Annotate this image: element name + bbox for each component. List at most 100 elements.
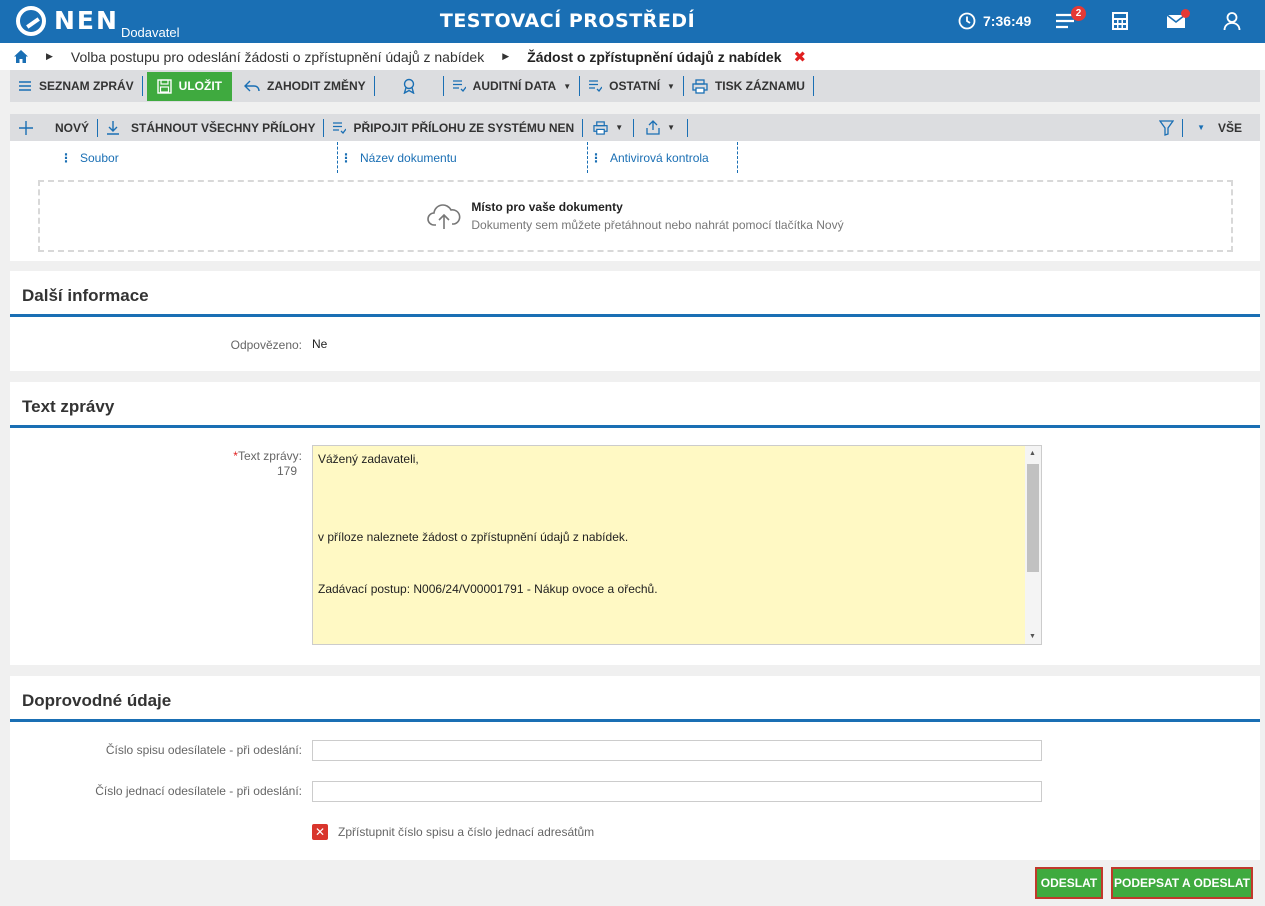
attach-from-system-button[interactable]: PŘIPOJIT PŘÍLOHU ZE SYSTÉMU NEN <box>324 117 582 139</box>
message-line <box>318 504 1021 517</box>
section-title: Další informace <box>10 271 1260 317</box>
column-document-name-label: Název dokumentu <box>360 150 457 165</box>
file-number-label: Číslo spisu odesílatele - při odeslání: <box>105 743 302 757</box>
other-label: OSTATNÍ <box>609 79 661 93</box>
new-attachment-button[interactable]: NOVÝ <box>10 117 97 139</box>
disclose-checkbox[interactable]: ✕ <box>312 824 328 840</box>
clock-icon <box>958 12 976 30</box>
certificate-icon <box>403 78 415 94</box>
save-label: ULOŽIT <box>178 79 222 93</box>
column-menu-icon[interactable]: ⋮ <box>60 151 72 165</box>
download-all-label: STÁHNOUT VŠECHNY PŘÍLOHY <box>131 120 316 135</box>
scroll-thumb[interactable] <box>1027 464 1039 572</box>
audit-data-menu[interactable]: AUDITNÍ DATA ▼ <box>444 75 579 97</box>
dropzone-subtitle: Dokumenty sem můžete přetáhnout nebo nah… <box>471 218 844 232</box>
column-header-antivirus[interactable]: ⋮ Antivirová kontrola <box>590 142 738 173</box>
certificate-button[interactable] <box>375 75 443 97</box>
home-icon[interactable] <box>14 50 28 63</box>
filter-icon <box>1159 119 1175 136</box>
column-antivirus-label: Antivirová kontrola <box>610 150 709 165</box>
column-header-file[interactable]: ⋮ Soubor <box>60 142 338 173</box>
save-button[interactable]: ULOŽIT <box>146 71 232 101</box>
list-icon <box>19 81 31 91</box>
audit-icon <box>452 80 466 92</box>
answered-value: Ne <box>312 337 328 351</box>
audit-label: AUDITNÍ DATA <box>472 79 557 93</box>
message-text-section: Text zprávy *Text zprávy: 179 Vážený zad… <box>10 382 1260 665</box>
clock-time: 7:36:49 <box>983 13 1032 29</box>
breadcrumb-separator-icon: ▶ <box>502 51 510 61</box>
scroll-up-icon[interactable]: ▲ <box>1029 450 1036 457</box>
session-clock: 7:36:49 <box>958 12 1031 30</box>
message-line <box>318 478 1021 491</box>
toolbar-divider <box>812 76 814 96</box>
chevron-down-icon: ▼ <box>667 123 676 132</box>
message-text-label: *Text zprávy: <box>10 449 302 463</box>
toolbar-divider <box>141 76 143 96</box>
attachments-toolbar: NOVÝ STÁHNOUT VŠECHNY PŘÍLOHY PŘIPOJIT P… <box>10 114 1260 141</box>
answered-label: Odpovězeno: <box>230 338 302 352</box>
close-tab-icon[interactable]: ✖ <box>794 48 807 66</box>
printer-icon <box>692 78 708 94</box>
filter-button[interactable] <box>1151 117 1182 139</box>
disclose-label[interactable]: Zpřístupnit číslo spisu a číslo jednací … <box>338 825 594 839</box>
discard-label: ZAHODIT ZMĚNY <box>267 79 366 93</box>
textarea-scrollbar[interactable]: ▲ ▼ <box>1025 446 1041 644</box>
message-line <box>318 556 1021 569</box>
additional-info-section: Další informace Odpovězeno: Ne <box>10 271 1260 371</box>
floppy-icon <box>156 78 172 94</box>
top-header: NEN Dodavatel TESTOVACÍ PROSTŘEDÍ 7:36:4… <box>0 0 1265 43</box>
cloud-upload-icon <box>427 204 461 229</box>
discard-changes-button[interactable]: ZAHODIT ZMĚNY <box>236 75 374 97</box>
attach-system-label: PŘIPOJIT PŘÍLOHU ZE SYSTÉMU NEN <box>353 120 575 135</box>
chevron-down-icon: ▼ <box>1197 123 1205 132</box>
export-icon <box>646 120 660 135</box>
export-menu-button[interactable]: ▼ <box>634 117 687 139</box>
other-icon <box>589 80 603 92</box>
message-list-button[interactable]: SEZNAM ZPRÁV <box>10 75 142 97</box>
filter-all-dropdown[interactable]: ▼ VŠE <box>1183 117 1260 139</box>
reference-number-input[interactable] <box>312 781 1042 802</box>
print-menu-button[interactable]: ▼ <box>583 117 633 139</box>
attachments-panel: NOVÝ STÁHNOUT VŠECHNY PŘÍLOHY PŘIPOJIT P… <box>10 114 1260 261</box>
breadcrumb: ▶ Volba postupu pro odeslání žádosti o z… <box>0 43 1265 70</box>
message-line: Zadávací postup: N006/24/V00001791 - Nák… <box>318 582 658 596</box>
section-title: Text zprávy <box>10 382 1260 428</box>
message-line: Vážený zadavateli, <box>318 452 419 466</box>
calculator-icon[interactable] <box>1109 10 1131 32</box>
new-label: NOVÝ <box>55 120 90 135</box>
other-menu[interactable]: OSTATNÍ ▼ <box>580 75 683 97</box>
column-menu-icon[interactable]: ⋮ <box>590 151 602 165</box>
file-number-input[interactable] <box>312 740 1042 761</box>
message-text-label-text: Text zprávy: <box>237 449 302 463</box>
column-file-label: Soubor <box>80 150 119 165</box>
column-menu-icon[interactable]: ⋮ <box>340 151 352 165</box>
chevron-down-icon: ▼ <box>563 81 572 91</box>
plus-icon <box>19 120 33 135</box>
printer-icon <box>593 120 608 135</box>
download-icon <box>107 121 120 135</box>
download-all-button[interactable]: STÁHNOUT VŠECHNY PŘÍLOHY <box>98 117 323 139</box>
attach-system-icon <box>333 121 347 134</box>
print-record-button[interactable]: TISK ZÁZNAMU <box>684 75 813 97</box>
dropzone-title: Místo pro vaše dokumenty <box>471 200 623 214</box>
message-list-label: SEZNAM ZPRÁV <box>39 79 134 93</box>
scroll-down-icon[interactable]: ▼ <box>1029 633 1036 640</box>
section-title: Doprovodné údaje <box>10 676 1260 722</box>
breadcrumb-step-1[interactable]: Volba postupu pro odeslání žádosti o zpř… <box>71 49 484 65</box>
toolbar-divider <box>687 118 689 137</box>
reference-number-label: Číslo jednací odesílatele - při odeslání… <box>95 784 302 798</box>
chevron-down-icon: ▼ <box>615 123 624 132</box>
mail-unread-dot <box>1181 9 1190 18</box>
print-label: TISK ZÁZNAMU <box>714 79 805 93</box>
send-button[interactable]: ODESLAT <box>1035 867 1103 899</box>
user-icon[interactable] <box>1221 10 1243 32</box>
message-textarea[interactable]: Vážený zadavateli, v příloze naleznete ž… <box>312 445 1042 645</box>
column-header-document-name[interactable]: ⋮ Název dokumentu <box>340 142 588 173</box>
unchecked-x-icon: ✕ <box>314 825 326 839</box>
sign-and-send-button[interactable]: PODEPSAT A ODESLAT <box>1111 867 1253 899</box>
dropzone-text: Místo pro vaše dokumenty Dokumenty sem m… <box>471 200 843 232</box>
tasks-badge: 2 <box>1071 6 1086 21</box>
document-dropzone[interactable]: Místo pro vaše dokumenty Dokumenty sem m… <box>38 180 1233 252</box>
chevron-down-icon: ▼ <box>667 81 675 91</box>
